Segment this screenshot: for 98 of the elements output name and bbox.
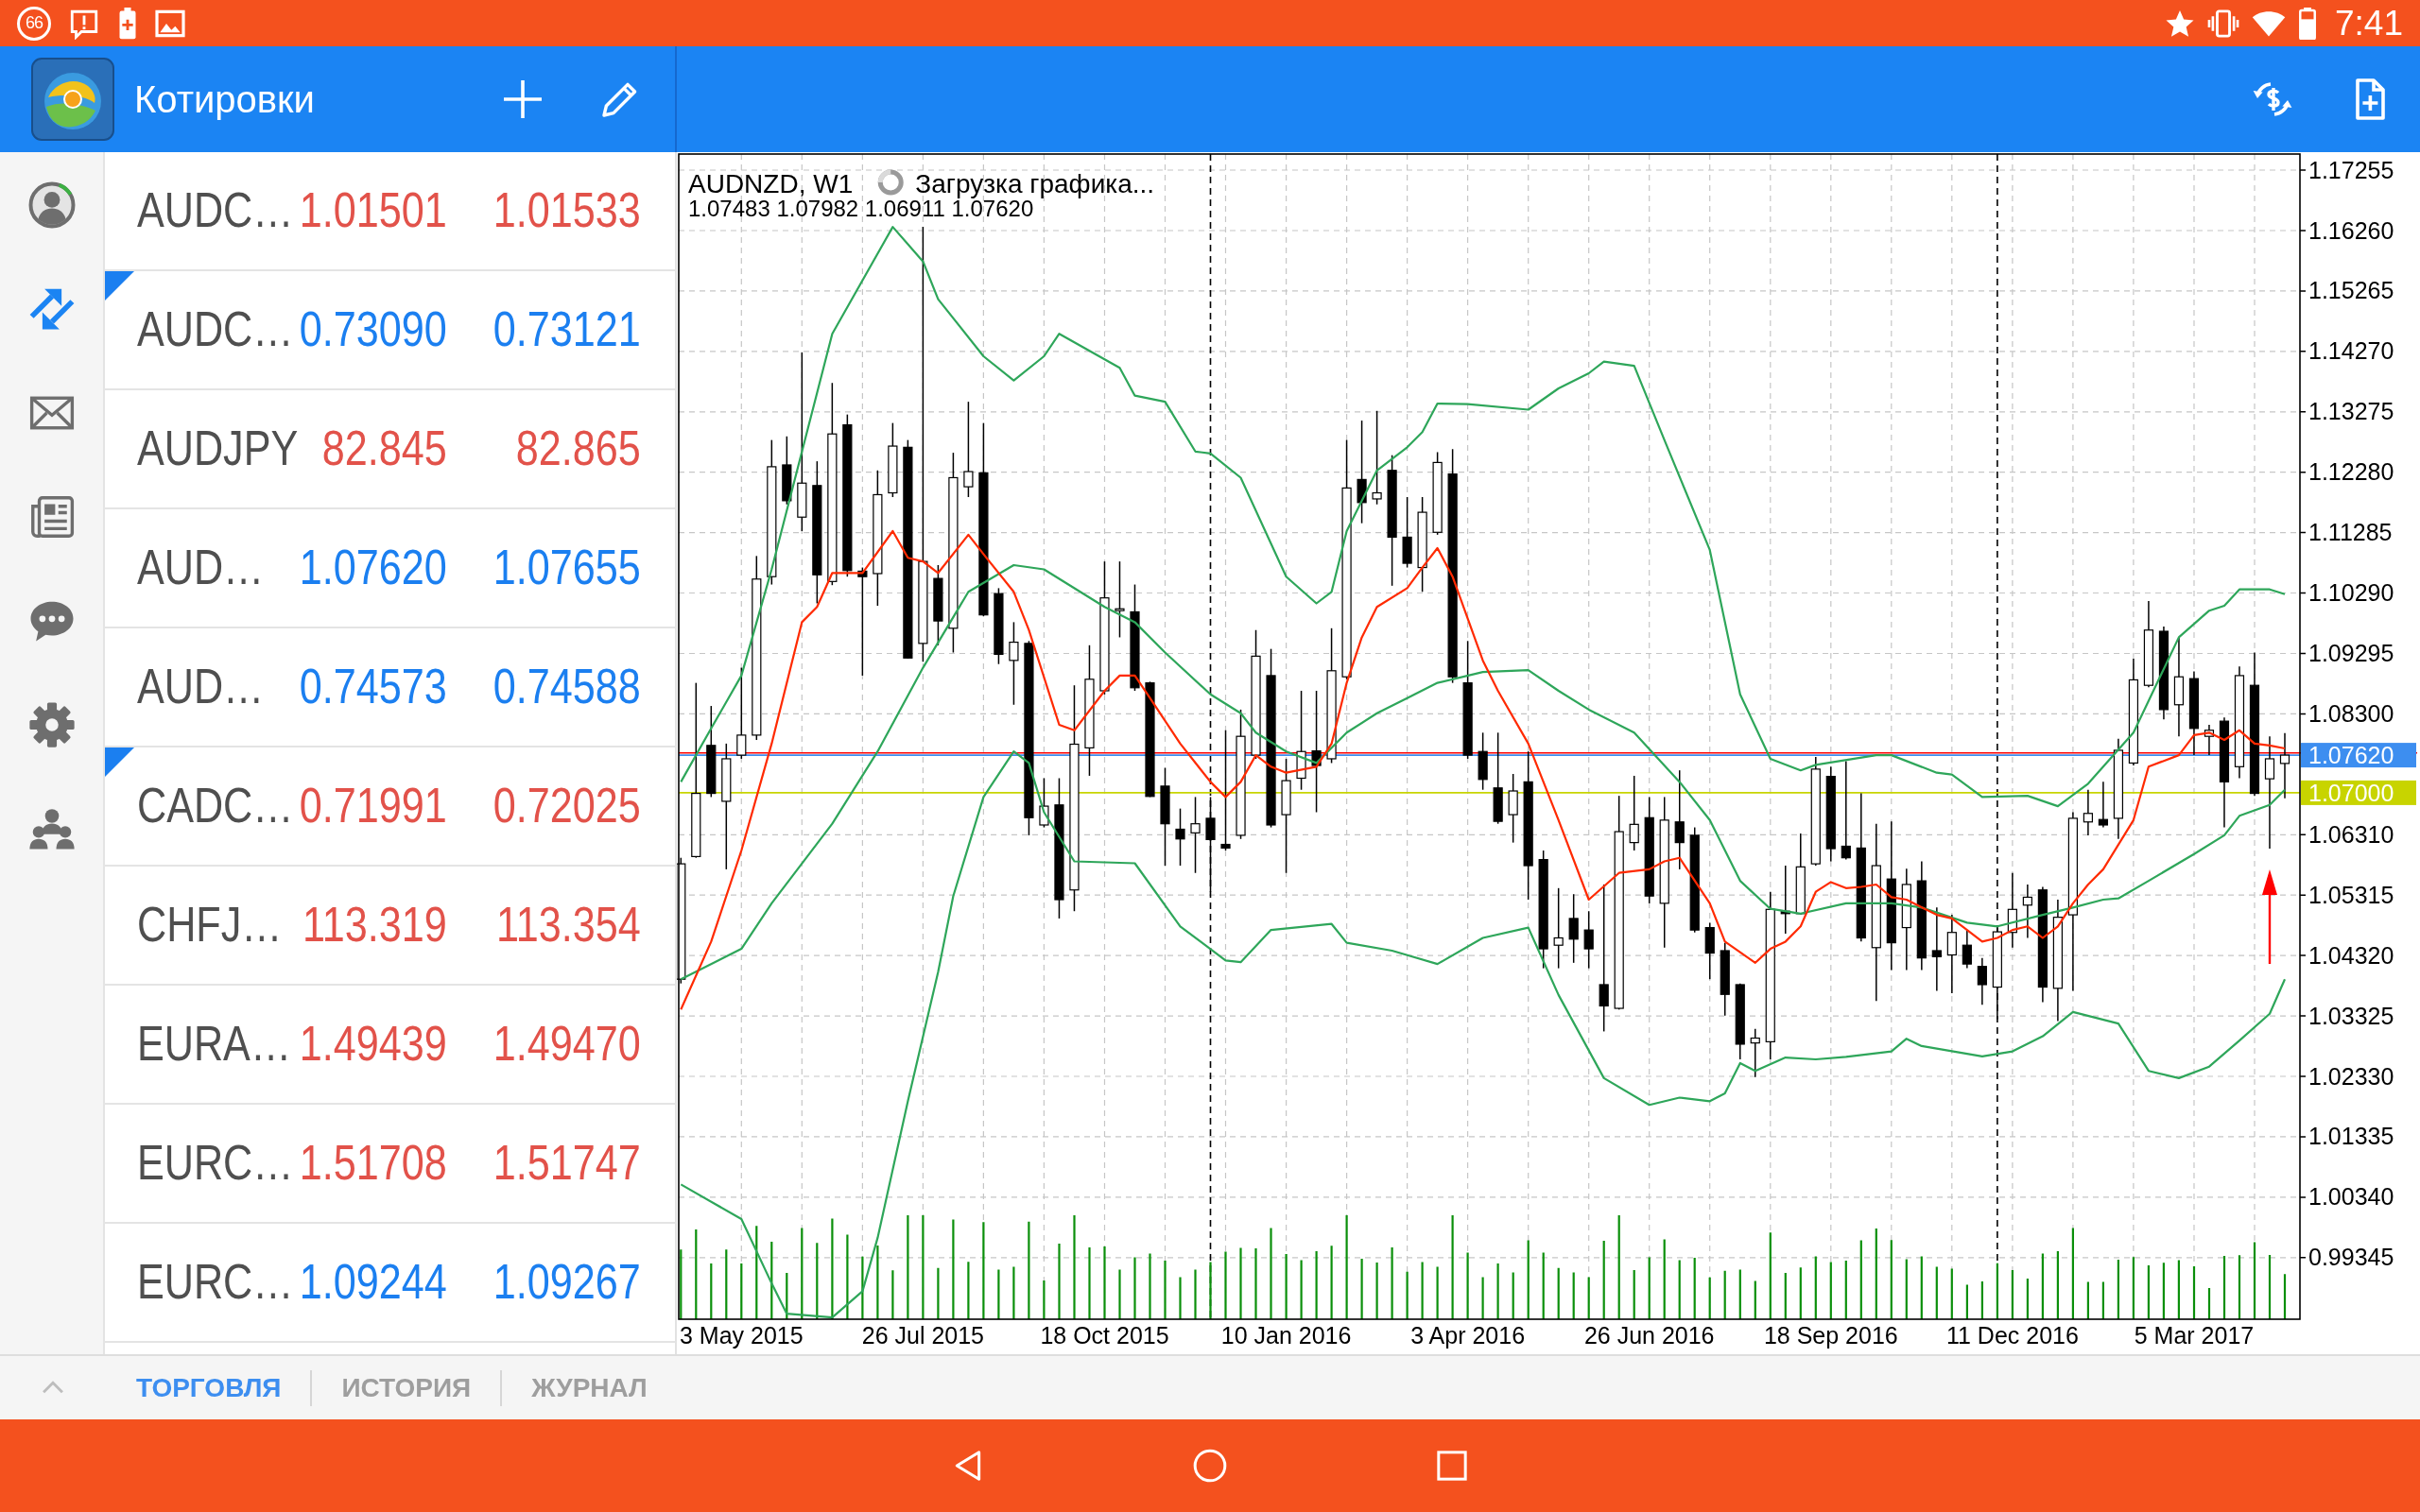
quote-row[interactable]: EURC…1.51708 1.51747	[105, 1105, 675, 1224]
y-axis-label: 1.13275	[2308, 398, 2394, 425]
symbol-label: CHFJ…	[137, 897, 283, 954]
bid-price: 0.73090	[299, 301, 447, 358]
symbol-label: EURC…	[137, 1135, 294, 1192]
candle	[2204, 724, 2215, 756]
chart-title: AUDNZD, W1	[688, 169, 854, 198]
quote-row[interactable]: AUDC…0.73090 0.73121	[105, 271, 675, 390]
bid-price: 1.49439	[299, 1016, 447, 1073]
x-axis-label: 18 Sep 2016	[1763, 1322, 1898, 1349]
symbol-label: AUDC…	[137, 182, 294, 239]
home-icon[interactable]	[1191, 1447, 1229, 1485]
candle	[1977, 956, 1987, 1005]
candle	[1750, 1028, 1760, 1078]
y-axis-label: 1.02330	[2308, 1062, 2394, 1090]
ask-price: 1.51747	[493, 1135, 641, 1192]
bid-price: 1.07620	[299, 540, 447, 596]
ask-price: 1.09267	[493, 1254, 641, 1311]
y-axis-label: 1.04320	[2308, 941, 2394, 969]
vibrate-icon	[2207, 8, 2239, 39]
symbol-label: CADC…	[137, 778, 294, 834]
candle	[1583, 910, 1594, 970]
x-axis-label: 18 Oct 2015	[1040, 1322, 1169, 1349]
candle	[2279, 732, 2290, 799]
y-axis-label: 1.12280	[2308, 458, 2394, 486]
bid-price: 0.74573	[299, 659, 447, 715]
image-icon	[155, 9, 185, 38]
y-axis-label: 1.03325	[2308, 1002, 2394, 1029]
y-axis-label: 0.99345	[2308, 1244, 2394, 1271]
x-axis-label: 10 Jan 2016	[1220, 1322, 1352, 1349]
bid-price: 113.319	[302, 897, 447, 954]
y-axis-label: 1.06310	[2308, 820, 2394, 848]
x-axis-label: 26 Jul 2015	[861, 1322, 985, 1349]
x-axis-label: 5 Mar 2017	[2134, 1322, 2255, 1349]
ask-price: 1.07655	[493, 540, 641, 596]
quote-row[interactable]: EURA… 1.49439 1.49470	[105, 986, 675, 1105]
y-axis-label: 1.00340	[2308, 1183, 2394, 1211]
wifi-icon	[2252, 9, 2286, 38]
symbol-label: AUD…	[137, 659, 265, 715]
ask-price: 113.354	[496, 897, 641, 954]
candle	[2098, 781, 2108, 829]
ask-price: 82.865	[515, 421, 641, 477]
up-arrow-icon	[2262, 869, 2277, 965]
quote-row[interactable]: AUDJPY 82.845 82.865	[105, 390, 675, 509]
y-axis-label: 1.16260	[2308, 216, 2394, 244]
ref-line-label: 1.07620	[2308, 742, 2394, 769]
candle	[2022, 884, 2032, 939]
y-axis-label: 1.01335	[2308, 1123, 2394, 1150]
y-axis-label: 1.17255	[2308, 156, 2394, 183]
candle	[1704, 921, 1715, 980]
symbol-label: EURC…	[137, 1254, 294, 1311]
y-axis-label: 1.10290	[2308, 579, 2394, 606]
app-logo-icon	[31, 58, 114, 141]
y-axis-label: 1.09295	[2308, 640, 2394, 666]
candle	[1962, 929, 1972, 970]
bid-price: 1.51708	[299, 1135, 447, 1192]
y-axis-label: 1.14270	[2308, 337, 2394, 365]
price-tag: 1.07000	[2301, 779, 2416, 806]
candle	[2083, 788, 2093, 836]
x-axis-label: 26 Jun 2016	[1583, 1322, 1715, 1349]
candle	[1039, 777, 1049, 829]
quote-row[interactable]: AUDC…1.01501 1.01533	[105, 152, 675, 271]
candle	[1175, 807, 1185, 867]
x-axis-label: 3 Apr 2016	[1410, 1322, 1526, 1349]
y-axis-label: 1.05315	[2308, 881, 2394, 908]
ask-price: 1.49470	[493, 1016, 641, 1073]
quote-row[interactable]: AUD… 1.07620 1.07655	[105, 509, 675, 628]
quote-row[interactable]: CADC…0.71991 0.72025	[105, 747, 675, 867]
y-axis-label: 1.08300	[2308, 699, 2394, 727]
notification-badge: 66	[17, 6, 51, 41]
quote-row[interactable]: EURC…1.09244 1.09267	[105, 1224, 675, 1343]
bid-price: 82.845	[321, 421, 447, 477]
y-axis-label: 1.11285	[2308, 519, 2393, 546]
loading-text: Загрузка графика...	[915, 169, 1155, 198]
y-axis-label: 1.15265	[2308, 277, 2394, 304]
battery-plus-icon	[117, 7, 138, 40]
bid-price: 1.09244	[299, 1254, 447, 1311]
bid-price: 1.01501	[299, 182, 447, 239]
ask-price: 1.01533	[493, 182, 641, 239]
clock-time: 7:41	[2335, 6, 2403, 41]
quote-row[interactable]: AUD… 0.74573 0.74588	[105, 628, 675, 747]
candle	[1478, 731, 1488, 791]
ask-price: 0.72025	[493, 778, 641, 834]
symbol-label: AUDJPY	[137, 421, 299, 477]
quote-row[interactable]: CHFJ… 113.319 113.354	[105, 867, 675, 986]
x-axis-label: 3 May 2015	[680, 1322, 804, 1349]
ask-price: 0.73121	[493, 301, 641, 358]
battery-icon	[2298, 7, 2317, 40]
screen-title: Котировки	[134, 77, 316, 121]
x-axis-label: 11 Dec 2016	[1945, 1322, 2079, 1349]
price-tag: 1.07620	[2301, 742, 2416, 769]
ref-line-label: 1.07000	[2308, 779, 2394, 806]
ask-price: 0.74588	[493, 659, 641, 715]
symbol-label: AUDC…	[137, 301, 294, 358]
loading-spinner-icon	[877, 169, 904, 196]
symbol-label: AUD…	[137, 540, 265, 596]
symbol-label: EURA…	[137, 1016, 292, 1073]
bid-price: 0.71991	[299, 778, 447, 834]
